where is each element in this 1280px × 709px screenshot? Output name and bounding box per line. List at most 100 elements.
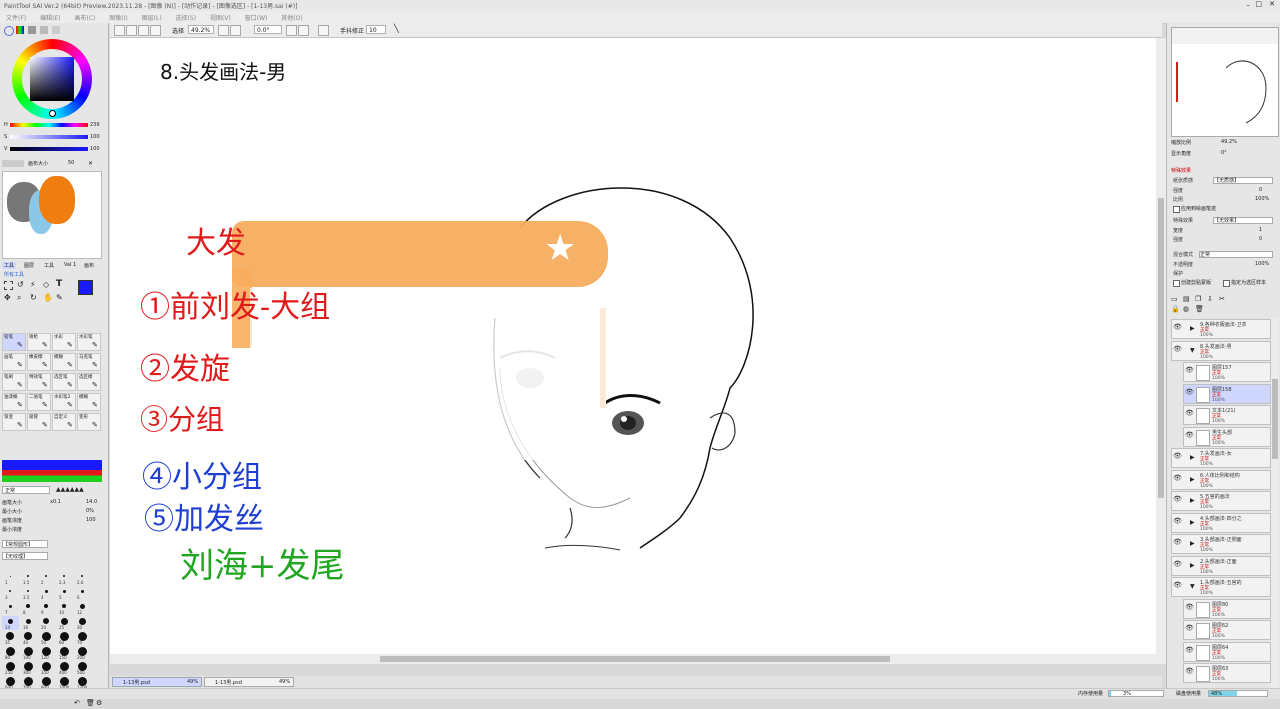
- brush-size-cell[interactable]: 400: [56, 661, 73, 675]
- undo-button[interactable]: [114, 25, 125, 36]
- folder-toggle-icon[interactable]: ▶: [1190, 519, 1195, 526]
- lasso-icon[interactable]: ↺: [17, 280, 24, 289]
- zoom-field[interactable]: 49.2%: [188, 25, 214, 34]
- eye-icon[interactable]: 👁: [1173, 538, 1182, 546]
- trash-icon[interactable]: 🗑: [86, 699, 95, 707]
- brush-size-cell[interactable]: 60: [56, 631, 73, 645]
- flip-button[interactable]: [318, 25, 329, 36]
- hand-icon[interactable]: ✋: [43, 293, 53, 302]
- lock-icon[interactable]: 🔒: [1171, 305, 1180, 313]
- brush-shape-icons[interactable]: ▲▲▲▲▲▲: [56, 486, 84, 493]
- brush-tool-cell[interactable]: 画笔 ✎: [2, 353, 26, 371]
- layer-row[interactable]: 👁 ▶ 9.各种衣服画法-卫衣 正常 100%: [1171, 319, 1271, 339]
- magic-wand-icon[interactable]: ⚡: [30, 280, 36, 289]
- tool-tab-canvas[interactable]: 画布: [84, 262, 94, 269]
- min-size-value[interactable]: 0%: [86, 508, 94, 514]
- brush-texture-select[interactable]: 【无纹理】: [2, 552, 48, 560]
- deselect-button[interactable]: [138, 25, 149, 36]
- eye-icon[interactable]: 👁: [1185, 667, 1194, 675]
- brush-tool-cell[interactable]: 选区笔 ✎: [52, 373, 76, 391]
- close-icon[interactable]: ✕: [88, 160, 93, 167]
- merge-down-icon[interactable]: ⇩: [1207, 295, 1213, 303]
- brush-size-multiplier[interactable]: x0.1: [50, 499, 61, 505]
- color-wheel[interactable]: [12, 39, 92, 119]
- brush-size-cell[interactable]: 30: [74, 616, 91, 630]
- brush-size-cell[interactable]: 6: [74, 586, 91, 600]
- star-icon[interactable]: ★: [544, 231, 576, 267]
- saturation-slider[interactable]: [10, 135, 88, 139]
- paper-texture-select[interactable]: 【无质感】: [1213, 177, 1273, 184]
- brush-size-cell[interactable]: 25: [56, 616, 73, 630]
- color-mixer-pad[interactable]: [2, 171, 102, 259]
- layer-row[interactable]: 👁 文本1(21) 正常 100%: [1183, 405, 1271, 425]
- value-slider[interactable]: [10, 147, 88, 151]
- folder-toggle-icon[interactable]: ▶: [1190, 497, 1195, 504]
- rotate-left-button[interactable]: [286, 25, 297, 36]
- brush-mode-select[interactable]: 正常: [2, 486, 50, 494]
- brush-tool-cell[interactable]: 变形 ✎: [77, 413, 101, 431]
- eye-icon[interactable]: 👁: [1173, 581, 1182, 589]
- opacity-value[interactable]: 100%: [1255, 261, 1269, 267]
- brush-size-cell[interactable]: 7: [2, 601, 19, 615]
- new-folder-icon[interactable]: ▤: [1183, 295, 1190, 303]
- brush-size-cell[interactable]: 10: [56, 601, 73, 615]
- apply-to-strokes-checkbox[interactable]: [1173, 206, 1180, 213]
- doc-tab-1[interactable]: 1-13男.psd 49%: [112, 677, 202, 687]
- hue-marker[interactable]: [49, 110, 56, 117]
- eye-icon[interactable]: 👁: [1185, 603, 1194, 611]
- layer-row[interactable]: 👁 ▶ 4.头部画法-四分之 正常 100%: [1171, 512, 1271, 533]
- brush-size-cell[interactable]: 40: [20, 631, 37, 645]
- brush-tool-cell[interactable]: 自定义 ✎: [52, 413, 76, 431]
- eye-icon[interactable]: 👁: [1173, 560, 1182, 568]
- hue-slider[interactable]: [10, 123, 88, 127]
- invert-selection-button[interactable]: [150, 25, 161, 36]
- layer-row[interactable]: 👁 图层63 正常 100%: [1183, 663, 1271, 683]
- horizontal-scrollbar[interactable]: [110, 654, 1156, 664]
- brush-size-cell[interactable]: 3.5: [20, 586, 37, 600]
- layer-row[interactable]: 👁 ▶ 2.头部画法-正面 正常 100%: [1171, 555, 1271, 576]
- layer-scrollbar[interactable]: [1271, 319, 1279, 688]
- menu-other[interactable]: 其他(O): [281, 13, 302, 22]
- brush-tool-cell[interactable]: 特效笔 ✎: [27, 373, 51, 391]
- brush-size-cell[interactable]: 14: [2, 616, 19, 630]
- tool-tab-tools[interactable]: 工具: [2, 262, 17, 269]
- primary-color-swatch[interactable]: [78, 280, 93, 295]
- color-wheel-tab-icon[interactable]: [4, 26, 14, 36]
- stabilizer-select[interactable]: 10: [366, 25, 386, 34]
- brush-tool-cell[interactable]: 油漆桶 ✎: [2, 393, 26, 411]
- settings-icon[interactable]: ⚙: [96, 699, 102, 707]
- brush-tool-cell[interactable]: 吸管 ✎: [27, 413, 51, 431]
- layer-row[interactable]: 👁 ▶ 3.头部画法-正侧面 正常 100%: [1171, 534, 1271, 554]
- menu-image[interactable]: 图像(I): [109, 13, 127, 22]
- rotate-right-button[interactable]: [298, 25, 309, 36]
- brush-size-cell[interactable]: 80: [2, 646, 19, 660]
- brush-size-cell[interactable]: 70: [74, 631, 91, 645]
- folder-toggle-icon[interactable]: ▶: [1190, 476, 1195, 483]
- layer-row[interactable]: 👁 ▼ 1.头部画法-五官的 正常 100%: [1171, 577, 1271, 597]
- brush-size-cell[interactable]: 16: [20, 616, 37, 630]
- eye-icon[interactable]: 👁: [1185, 388, 1194, 396]
- menu-edit[interactable]: 编辑(E): [40, 13, 60, 22]
- brush-tool-cell[interactable]: 水彩笔 ✎: [77, 333, 101, 351]
- layer-row[interactable]: 👁 图层62 正常 100%: [1183, 620, 1271, 640]
- eraser-icon[interactable]: ◇: [43, 280, 49, 289]
- brush-size-cell[interactable]: 1.5: [20, 571, 37, 585]
- effect-select[interactable]: 【无效果】: [1213, 217, 1273, 224]
- eye-icon[interactable]: 👁: [1185, 409, 1194, 417]
- effect-width-value[interactable]: 1: [1259, 227, 1262, 233]
- nav-angle-value[interactable]: 0°: [1221, 150, 1227, 156]
- menu-layer[interactable]: 图层(L): [142, 13, 162, 22]
- brush-size-cell[interactable]: 9: [38, 601, 55, 615]
- eye-icon[interactable]: 👁: [1173, 452, 1182, 460]
- brush-size-cell[interactable]: 500: [74, 661, 91, 675]
- brush-size-cell[interactable]: 200: [74, 646, 91, 660]
- brush-tool-cell[interactable]: 选区擦 ✎: [77, 373, 101, 391]
- horizontal-scroll-thumb[interactable]: [380, 656, 890, 662]
- rotation-field[interactable]: 0.0°: [254, 25, 282, 34]
- layer-row[interactable]: 👁 图层64 正常 100%: [1183, 641, 1271, 662]
- brush-size-cell[interactable]: 1: [2, 571, 19, 585]
- mixer-swatch[interactable]: [2, 160, 24, 167]
- folder-toggle-icon[interactable]: ▶: [1190, 562, 1195, 569]
- menu-select[interactable]: 选择(S): [176, 13, 197, 22]
- palette-tab-icon[interactable]: [40, 26, 48, 34]
